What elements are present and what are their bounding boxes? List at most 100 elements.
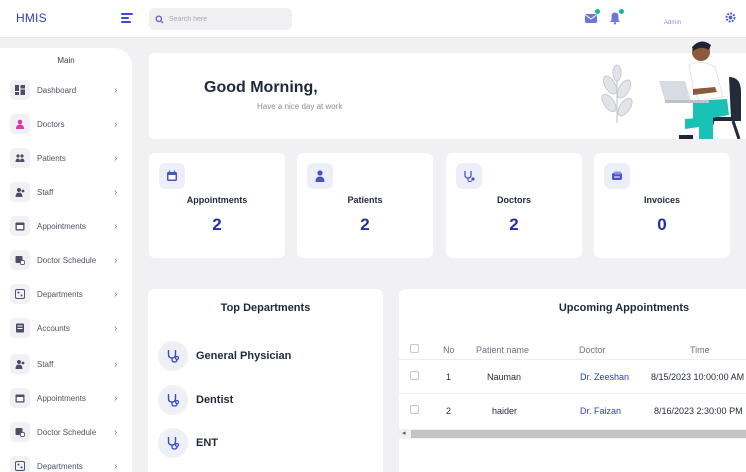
chevron-right-icon: › [114,460,118,472]
stat-value: 0 [657,215,667,234]
schedule-icon [10,422,30,442]
search-icon [155,14,164,24]
sidebar-item-patients[interactable]: Patients › [0,145,132,171]
row-checkbox[interactable] [410,371,419,380]
chevron-right-icon: › [114,358,118,370]
staff-icon [10,354,30,374]
departments-icon [10,284,30,304]
calendar-icon [159,163,185,189]
department-item[interactable]: General Physician [158,341,291,371]
chevron-right-icon: › [114,84,118,96]
department-name: Dentist [196,394,234,406]
departments-icon [10,456,30,472]
app-logo[interactable]: HMIS [16,11,47,25]
top-departments-card: Top Departments General Physician Dentist… [148,289,383,472]
accounts-icon [10,318,30,338]
department-item[interactable]: ENT [158,428,218,458]
row-time: 8/16/2023 2:30:00 PM [654,406,743,416]
stat-label: Appointments [186,195,248,205]
search-input[interactable] [169,15,279,23]
table-row[interactable]: 1 Nauman Dr. Zeeshan 8/15/2023 10:00:00 … [399,359,746,393]
invoice-icon [604,163,630,189]
department-name: General Physician [196,350,292,362]
appointments-title: Upcoming Appointments [558,302,690,314]
sidebar-item-label: Appointments [37,221,86,231]
row-no: 2 [446,406,452,416]
row-patient: haider [492,406,518,416]
row-doctor-link[interactable]: Dr. Zeeshan [580,360,629,394]
notification-badge [619,9,624,14]
sidebar-item-doctor-schedule[interactable]: Doctor Schedule › [0,419,132,445]
patient-icon [307,163,333,189]
staff-icon [10,182,30,202]
user-name[interactable]: Admin [664,20,681,26]
stat-card-patients[interactable]: Patients 2 [297,153,433,258]
patients-icon [10,148,30,168]
sidebar-item-label: Departments [37,289,83,299]
sidebar-item-label: Doctor Schedule [37,255,97,265]
horizontal-scrollbar[interactable]: ◂ [399,429,746,439]
calendar-icon [10,216,30,236]
select-all-checkbox[interactable] [410,344,419,353]
schedule-icon [10,250,30,270]
row-doctor-link[interactable]: Dr. Faizan [580,394,621,428]
stat-label: Invoices [643,195,681,205]
search-box[interactable] [149,8,292,30]
welcome-card: Good Morning, Have a nice day at work [149,41,746,139]
row-checkbox[interactable] [410,405,419,414]
upcoming-appointments-card: Upcoming Appointments No Patient name Do… [399,289,746,472]
sidebar-item-doctor-schedule[interactable]: Doctor Schedule › [0,247,132,273]
sidebar-item-label: Doctors [37,119,65,129]
sidebar: Main Dashboard › Doctors › Patients › Staff › Ap… [0,48,132,472]
table-row[interactable]: 2 haider Dr. Faizan 8/16/2023 2:30:00 PM [399,393,746,427]
sidebar-item-staff[interactable]: Staff › [0,179,132,205]
row-no: 1 [446,372,452,382]
stethoscope-icon [158,385,188,415]
scroll-left-icon[interactable]: ◂ [402,429,406,439]
stat-label: Doctors [496,195,531,205]
message-badge [595,9,600,14]
stat-card-invoices[interactable]: Invoices 0 [594,153,730,258]
department-item[interactable]: Dentist [158,385,233,415]
sidebar-item-departments[interactable]: Departments › [0,281,132,307]
dashboard-icon [10,80,30,100]
chevron-right-icon: › [114,392,118,404]
sidebar-item-label: Staff [37,359,54,369]
menu-toggle-button[interactable] [121,13,133,23]
settings-button[interactable] [724,11,738,25]
sidebar-item-label: Appointments [37,393,86,403]
row-patient: Nauman [487,372,522,382]
sidebar-item-departments[interactable]: Departments › [0,453,132,472]
sidebar-item-doctors[interactable]: Doctors › [0,111,132,137]
chevron-right-icon: › [114,118,118,130]
sidebar-item-accounts[interactable]: Accounts › [0,315,132,341]
doctor-icon [10,114,30,134]
notification-button[interactable] [608,9,624,25]
sidebar-item-label: Dashboard [37,85,77,95]
stat-card-appointments[interactable]: Appointments 2 [149,153,285,258]
department-name: ENT [196,437,218,449]
chevron-right-icon: › [114,152,118,164]
sidebar-section-title: Main [57,56,75,65]
message-button[interactable] [584,9,600,25]
chevron-right-icon: › [114,288,118,300]
doctor-illustration [601,41,741,139]
stat-value: 2 [509,215,519,234]
sidebar-item-dashboard[interactable]: Dashboard › [0,77,132,103]
row-time: 8/15/2023 10:00:00 AM [651,372,745,382]
stat-value: 2 [360,215,370,234]
chevron-right-icon: › [114,254,118,266]
greeting-heading: Good Morning, [204,79,318,96]
gear-icon [725,12,736,23]
sidebar-item-appointments[interactable]: Appointments › [0,213,132,239]
sidebar-item-staff[interactable]: Staff › [0,351,132,377]
top-header: HMIS Admin [0,0,746,38]
stat-label: Patients [347,195,383,205]
stat-value: 2 [212,215,222,234]
sidebar-item-label: Departments [37,461,83,471]
scrollbar-thumb[interactable] [411,430,746,438]
chevron-right-icon: › [114,322,118,334]
sidebar-item-appointments[interactable]: Appointments › [0,385,132,411]
sidebar-item-label: Accounts [37,323,70,333]
stat-card-doctors[interactable]: Doctors 2 [446,153,582,258]
